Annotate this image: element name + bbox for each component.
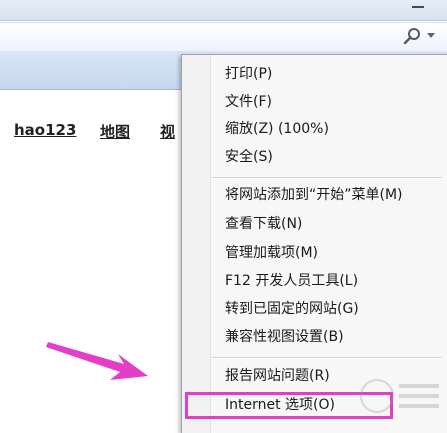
menu-item-pinned-sites[interactable]: 转到已固定的网站(G) — [225, 299, 359, 319]
pointer-arrow — [46, 342, 148, 380]
menu-item-f12-devtools[interactable]: F12 开发人员工具(L) — [225, 271, 358, 291]
menu-item-manage-addons[interactable]: 管理加载项(M) — [225, 243, 318, 263]
address-bar[interactable] — [0, 22, 447, 52]
link-video[interactable]: 视 — [160, 121, 175, 142]
menu-item-compat-view[interactable]: 兼容性视图设置(B) — [225, 327, 344, 347]
window-titlebar — [0, 0, 447, 21]
menu-item-print[interactable]: 打印(P) — [225, 64, 272, 84]
link-map[interactable]: 地图 — [100, 121, 130, 142]
menu-item-safety[interactable]: 安全(S) — [225, 147, 273, 167]
menu-separator — [212, 357, 442, 359]
menu-item-report-problems[interactable]: 报告网站问题(R) — [225, 366, 330, 386]
menu-item-zoom[interactable]: 缩放(Z) (100%) — [225, 119, 329, 139]
search-button[interactable] — [398, 26, 442, 46]
minimize-icon[interactable] — [412, 6, 424, 8]
menu-item-view-downloads[interactable]: 查看下载(N) — [225, 214, 302, 234]
menu-icon-gutter — [182, 55, 211, 433]
watermark-logo — [360, 379, 439, 413]
menu-item-add-to-start[interactable]: 将网站添加到“开始”菜单(M) — [225, 185, 403, 205]
search-icon — [403, 28, 420, 45]
menu-separator — [212, 177, 442, 179]
chevron-down-icon[interactable] — [427, 33, 435, 38]
menu-item-file[interactable]: 文件(F) — [225, 92, 272, 112]
link-hao123[interactable]: hao123 — [14, 121, 76, 139]
